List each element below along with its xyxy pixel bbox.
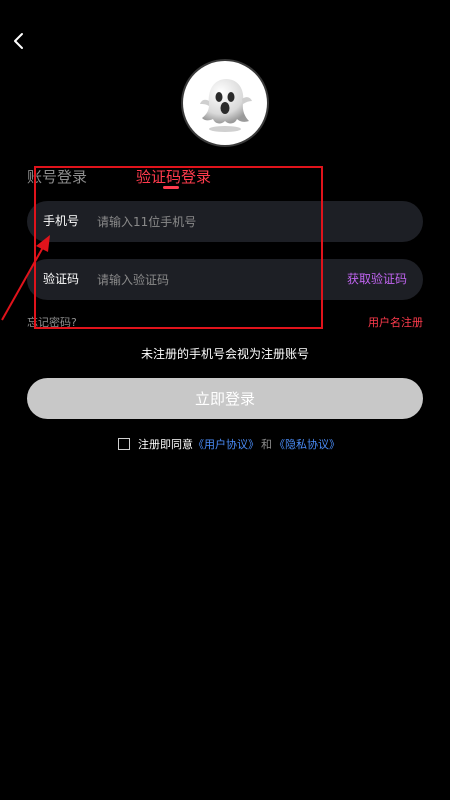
agreement-prefix: 注册即同意 bbox=[138, 438, 193, 451]
register-notice: 未注册的手机号会视为注册账号 bbox=[140, 347, 309, 361]
privacy-agreement-link[interactable]: 《隐私协议》 bbox=[274, 436, 340, 452]
annotation-highlight-box bbox=[34, 166, 323, 329]
phone-input[interactable] bbox=[97, 201, 297, 242]
code-input[interactable] bbox=[97, 259, 297, 300]
tab-sms-login[interactable]: 验证码登录 bbox=[136, 166, 211, 187]
phone-label: 手机号 bbox=[43, 214, 80, 228]
active-tab-indicator bbox=[163, 186, 179, 189]
code-label: 验证码 bbox=[43, 272, 80, 286]
agreement-and: 和 bbox=[261, 438, 272, 451]
agreement-row: 注册即同意 《用户协议》 和 《隐私协议》 bbox=[118, 436, 340, 452]
forgot-password-link[interactable]: 忘记密码? bbox=[27, 314, 77, 330]
tab-account-login[interactable]: 账号登录 bbox=[27, 166, 87, 187]
user-agreement-link[interactable]: 《用户协议》 bbox=[193, 436, 259, 452]
get-code-button[interactable]: 获取验证码 bbox=[347, 259, 407, 300]
code-row: 验证码 获取验证码 bbox=[27, 259, 423, 300]
phone-row: 手机号 bbox=[27, 201, 423, 242]
username-register-link[interactable]: 用户名注册 bbox=[368, 314, 423, 330]
login-button[interactable]: 立即登录 bbox=[27, 378, 423, 419]
back-button[interactable] bbox=[8, 30, 30, 52]
agreement-checkbox[interactable] bbox=[118, 438, 130, 450]
ghost-avatar-icon bbox=[200, 79, 252, 132]
chevron-left-icon bbox=[14, 33, 23, 49]
avatar bbox=[183, 61, 267, 145]
